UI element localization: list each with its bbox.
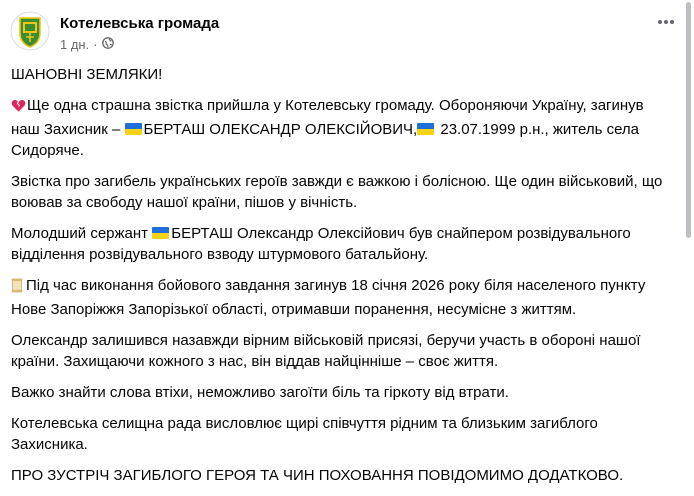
paragraph-text: Молодший сержант	[11, 225, 153, 242]
meta-separator: ·	[93, 37, 98, 52]
post-paragraph: Олександр залишився назавжди вірним війс…	[11, 332, 641, 370]
post-meta: 1 дн. ·	[60, 37, 114, 52]
hero-name: БЕРТАШ ОЛЕКСАНДР ОЛЕКСІЙОВИЧ,	[143, 121, 418, 138]
post-paragraph: Ще одна страшна звістка прийшла у Котеле…	[11, 95, 675, 161]
post-paragraph: Звістка про загибель українських героїв …	[11, 173, 663, 211]
post-paragraph: ШАНОВНІ ЗЕМЛЯКИ!	[11, 66, 163, 83]
coat-of-arms-icon	[10, 11, 50, 51]
ukraine-flag-icon	[417, 123, 435, 135]
post-paragraph: Важко знайти слова втіхи, неможливо заго…	[11, 384, 509, 401]
post-timestamp[interactable]: 1 дн.	[60, 37, 89, 52]
post-paragraph: Котелевська селищна рада висловлює щирі …	[11, 415, 598, 453]
post-paragraph: ПРО ЗУСТРІЧ ЗАГИБЛОГО ГЕРОЯ ТА ЧИН ПОХОВ…	[11, 467, 624, 484]
post-paragraph: Молодший сержант БЕРТАШ Олександр Олексі…	[11, 223, 675, 265]
ukraine-flag-icon	[124, 123, 142, 135]
post-options-button[interactable]	[652, 8, 680, 36]
scroll-icon	[11, 278, 23, 299]
page-avatar[interactable]	[10, 11, 50, 51]
post-body: ШАНОВНІ ЗЕМЛЯКИ! Ще одна страшна звістка…	[11, 64, 675, 496]
globe-icon[interactable]	[101, 37, 114, 52]
scrollbar-thumb[interactable]	[686, 2, 691, 238]
page-name-link[interactable]: Котелевська громада	[60, 15, 219, 32]
facebook-post: Котелевська громада 1 дн. · ШАНОВНІ ЗЕМЛ…	[0, 0, 680, 484]
ukraine-flag-icon	[152, 227, 170, 239]
paragraph-text: Під час виконання бойового завдання заги…	[11, 277, 646, 318]
post-paragraph: Під час виконання бойового завдання заги…	[11, 275, 675, 320]
broken-heart-icon	[11, 98, 26, 119]
more-horizontal-icon	[658, 20, 674, 24]
